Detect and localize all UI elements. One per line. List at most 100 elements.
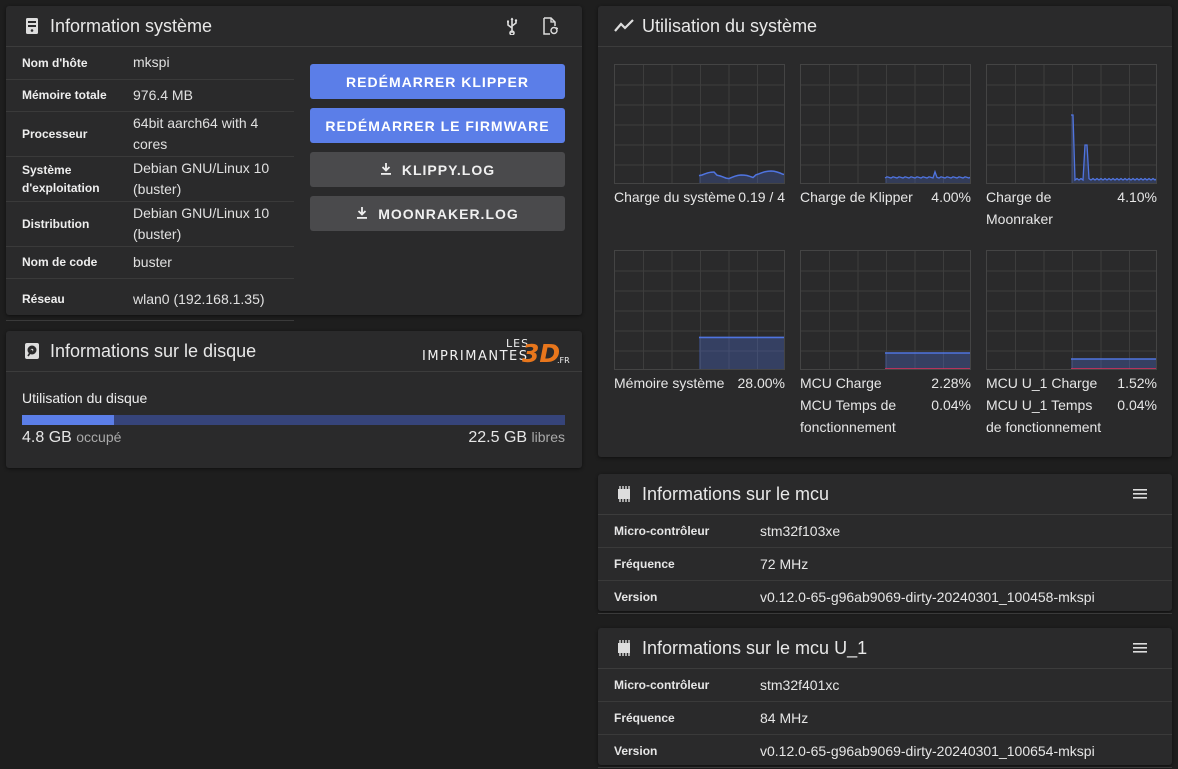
mcu-info-key: Micro-contrôleur — [614, 678, 710, 692]
system-info-value: mkspi — [132, 47, 294, 80]
system-info-title: Information système — [50, 15, 213, 36]
download-icon — [380, 162, 392, 178]
usage-label: Charge du système — [614, 189, 736, 205]
system-info-value: 64bit aarch64 with 4 cores — [132, 111, 294, 157]
moonraker-log-label: MOONRAKER.LOG — [378, 205, 519, 222]
memory-chip-icon — [614, 638, 634, 658]
usage-chart-label: MCU Charge 2.28% MCU Temps de fonctionneme… — [800, 372, 971, 438]
system-info-row: Mémoire totale 976.4 MB — [6, 79, 294, 112]
usb-icon[interactable] — [502, 16, 522, 36]
usage-value: 0.04% — [931, 397, 971, 413]
system-info-row: Nom d'hôte mkspi — [6, 47, 294, 80]
restart-firmware-button[interactable]: REDÉMARRER LE FIRMWARE — [310, 108, 565, 143]
system-usage-header: Utilisation du système — [598, 6, 1172, 47]
mcu-info-title: Informations sur le mcu — [642, 483, 830, 504]
system-info-row: Distribution Debian GNU/Linux 10 (buster) — [6, 201, 294, 247]
mcu-u1-info-card: Informations sur le mcu U_1 Micro-contrô… — [598, 628, 1172, 768]
mcu-info-row: Micro-contrôleur stm32f103xe — [598, 515, 1172, 548]
mcu-u1-info-header: Informations sur le mcu U_1 — [598, 628, 1172, 669]
system-info-value: 976.4 MB — [132, 79, 294, 112]
klippy-log-label: KLIPPY.LOG — [401, 161, 496, 178]
system-info-key: Réseau — [6, 278, 132, 321]
restart-klipper-label: REDÉMARRER KLIPPER — [346, 73, 529, 90]
usage-value: 28.00% — [737, 375, 785, 391]
mcu-info-value: v0.12.0-65-g96ab9069-dirty-20240301_1004… — [760, 589, 1095, 605]
usage-chart-label: Charge du système 0.19 / 4 — [614, 186, 785, 208]
mcu-info-key: Fréquence — [614, 711, 675, 725]
chart-line-icon — [614, 16, 634, 36]
memory-chip-icon — [614, 484, 634, 504]
system-info-row: Processeur 64bit aarch64 with 4 cores — [6, 111, 294, 157]
system-info-key: Mémoire totale — [6, 79, 132, 112]
mcu-info-key: Micro-contrôleur — [614, 524, 710, 538]
usage-chart — [986, 250, 1157, 370]
usage-chart — [986, 64, 1157, 184]
menu-icon[interactable] — [1130, 484, 1150, 504]
usage-chart — [800, 64, 971, 184]
restart-firmware-label: REDÉMARRER LE FIRMWARE — [325, 117, 550, 134]
mcu-info-row: Version v0.12.0-65-g96ab9069-dirty-202403… — [598, 581, 1172, 614]
system-usage-card: Utilisation du système Charge du système… — [598, 6, 1172, 457]
disk-usage-bar — [22, 415, 565, 425]
system-info-table: Nom d'hôte mkspi Mémoire totale 976.4 MB Pro… — [6, 47, 294, 321]
mcu-info-key: Version — [614, 590, 658, 604]
system-usage-title: Utilisation du système — [642, 15, 818, 36]
usage-value: 2.28% — [931, 375, 971, 391]
system-info-key: Nom d'hôte — [6, 47, 132, 80]
klippy-log-button[interactable]: KLIPPY.LOG — [310, 152, 565, 187]
system-info-row: Système d'exploitation Debian GNU/Linux 1… — [6, 156, 294, 202]
les-imprimantes-3d-logo: LES IMPRIMANTES 3D .FR — [422, 337, 570, 368]
usage-chart — [614, 64, 785, 184]
restart-klipper-button[interactable]: REDÉMARRER KLIPPER — [310, 64, 565, 99]
usage-label: MCU Temps de fonctionnement — [800, 397, 897, 435]
mcu-info-value: stm32f103xe — [760, 523, 841, 539]
disk-free: 22.5 GB libres — [468, 429, 565, 446]
system-info-key: Nom de code — [6, 246, 132, 279]
harddisk-icon — [22, 341, 42, 361]
mcu-info-value: stm32f401xc — [760, 677, 840, 693]
mcu-info-row: Version v0.12.0-65-g96ab9069-dirty-202403… — [598, 735, 1172, 768]
computer-tower-icon — [22, 16, 42, 36]
usage-label: MCU U_1 Charge — [986, 375, 1098, 391]
usage-value: 4.00% — [931, 189, 971, 205]
usage-chart-label: Charge de Klipper 4.00% — [800, 186, 971, 208]
system-info-header: Information système — [6, 6, 582, 47]
usage-value: 0.04% — [1117, 397, 1157, 413]
mcu-info-card: Informations sur le mcu Micro-contrôleur… — [598, 474, 1172, 614]
moonraker-log-button[interactable]: MOONRAKER.LOG — [310, 196, 565, 231]
system-info-value: wlan0 (192.168.1.35) — [132, 278, 294, 321]
system-info-key: Système d'exploitation — [6, 156, 132, 202]
mcu-info-value: 72 MHz — [760, 556, 809, 572]
system-info-key: Distribution — [6, 201, 132, 247]
usage-chart-label: Mémoire système 28.00% — [614, 372, 785, 394]
mcu-info-row: Fréquence 72 MHz — [598, 548, 1172, 581]
mcu-info-key: Version — [614, 744, 658, 758]
system-info-card: Information système Nom d'hôte mkspi Mémoi… — [6, 6, 582, 321]
mcu-info-value: v0.12.0-65-g96ab9069-dirty-20240301_1006… — [760, 743, 1095, 759]
file-refresh-icon[interactable] — [540, 16, 560, 36]
disk-info-title: Informations sur le disque — [50, 340, 257, 361]
mcu-info-value: 84 MHz — [760, 710, 809, 726]
disk-usage-label: Utilisation du disque — [22, 390, 148, 406]
mcu-info-row: Fréquence 84 MHz — [598, 702, 1172, 735]
disk-info-card: Informations sur le disque LES IMPRIMANT… — [6, 331, 582, 468]
system-info-value: buster — [132, 246, 294, 279]
menu-icon[interactable] — [1130, 638, 1150, 658]
disk-used: 4.8 GB occupé — [22, 429, 122, 446]
usage-value: 4.10% — [1117, 189, 1157, 205]
mcu-info-header: Informations sur le mcu — [598, 474, 1172, 515]
disk-usage-fill — [22, 415, 115, 425]
usage-chart-label: Charge de Moonraker 4.10% — [986, 186, 1157, 230]
usage-label: Charge de Klipper — [800, 189, 913, 205]
system-info-row: Réseau wlan0 (192.168.1.35) — [6, 278, 294, 321]
mcu-info-row: Micro-contrôleur stm32f401xc — [598, 669, 1172, 702]
usage-label: Mémoire système — [614, 375, 725, 391]
usage-value: 1.52% — [1117, 375, 1157, 391]
system-info-row: Nom de code buster — [6, 246, 294, 279]
usage-label: MCU U_1 Temps de fonctionnement — [986, 397, 1102, 435]
download-icon — [356, 206, 368, 222]
usage-chart — [614, 250, 785, 370]
system-info-value: Debian GNU/Linux 10 (buster) — [132, 156, 294, 202]
system-info-key: Processeur — [6, 111, 132, 157]
usage-chart — [800, 250, 971, 370]
